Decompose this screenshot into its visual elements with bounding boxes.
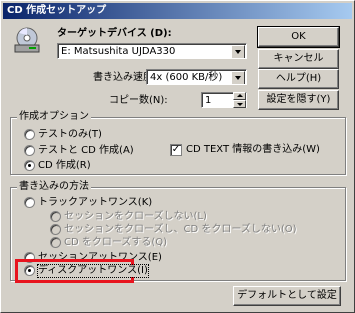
target-device-label: ターゲットデバイス (D): [57, 28, 172, 39]
no-close-session-radio [50, 211, 61, 222]
write-speed-value: 4x (600 KB/秒) [150, 72, 223, 83]
create-cd-radio[interactable] [24, 160, 35, 171]
close-cd-radio [50, 237, 61, 248]
copies-value: 1 [205, 95, 212, 106]
cd-text-label[interactable]: CD TEXT 情報の書き込み(W) [186, 144, 320, 156]
cd-text-checkbox[interactable]: ✓ [170, 144, 182, 156]
write-method-title: 書き込みの方法 [17, 181, 91, 193]
close-session-no-cd-label: セッションをクローズし、CD をクローズしない(O) [64, 224, 297, 235]
no-close-session-label: セッションをクローズしない(L) [64, 211, 207, 222]
close-cd-label: CD をクローズする(Q) [64, 237, 168, 248]
track-at-once-label[interactable]: トラックアットワンス(K) [38, 197, 152, 209]
target-device-value: E: Matsushita UJDA330 [61, 46, 176, 57]
hide-settings-button[interactable]: 設定を隠す(Y) [258, 90, 339, 110]
track-at-once-radio[interactable] [24, 197, 35, 208]
test-and-create-radio[interactable] [24, 145, 35, 156]
chevron-down-icon[interactable] [231, 71, 245, 84]
cd-setup-dialog: CD 作成セットアップ ターゲットデバイス (D): E: Matsushita… [0, 0, 355, 313]
test-only-radio[interactable] [24, 129, 35, 140]
disc-at-once-radio[interactable] [24, 265, 35, 276]
set-default-button[interactable]: デフォルトとして設定 [233, 286, 341, 306]
help-button[interactable]: ヘルプ(H) [258, 69, 339, 89]
close-session-no-cd-radio [50, 224, 61, 235]
copies-label: コピー数(N): [109, 95, 168, 106]
title-bar: CD 作成セットアップ [3, 3, 352, 19]
ok-button[interactable]: OK [257, 26, 340, 48]
spin-down-icon[interactable] [233, 100, 246, 108]
target-device-select[interactable]: E: Matsushita UJDA330 [57, 43, 247, 59]
cancel-button[interactable]: キャンセル [258, 49, 339, 69]
write-speed-select[interactable]: 4x (600 KB/秒) [146, 69, 247, 85]
test-only-label[interactable]: テストのみ(T) [38, 129, 102, 141]
copies-spinner[interactable] [233, 92, 246, 108]
spin-up-icon[interactable] [233, 92, 246, 100]
test-and-create-label[interactable]: テストと CD 作成(A) [38, 145, 134, 157]
disc-at-once-label[interactable]: ディスクアットワンス(I) [37, 264, 149, 278]
create-cd-label[interactable]: CD 作成(R) [38, 160, 91, 172]
cd-drive-icon [14, 27, 40, 53]
create-options-title: 作成オプション [17, 111, 91, 123]
chevron-down-icon[interactable] [231, 45, 245, 58]
window-title: CD 作成セットアップ [7, 5, 107, 16]
